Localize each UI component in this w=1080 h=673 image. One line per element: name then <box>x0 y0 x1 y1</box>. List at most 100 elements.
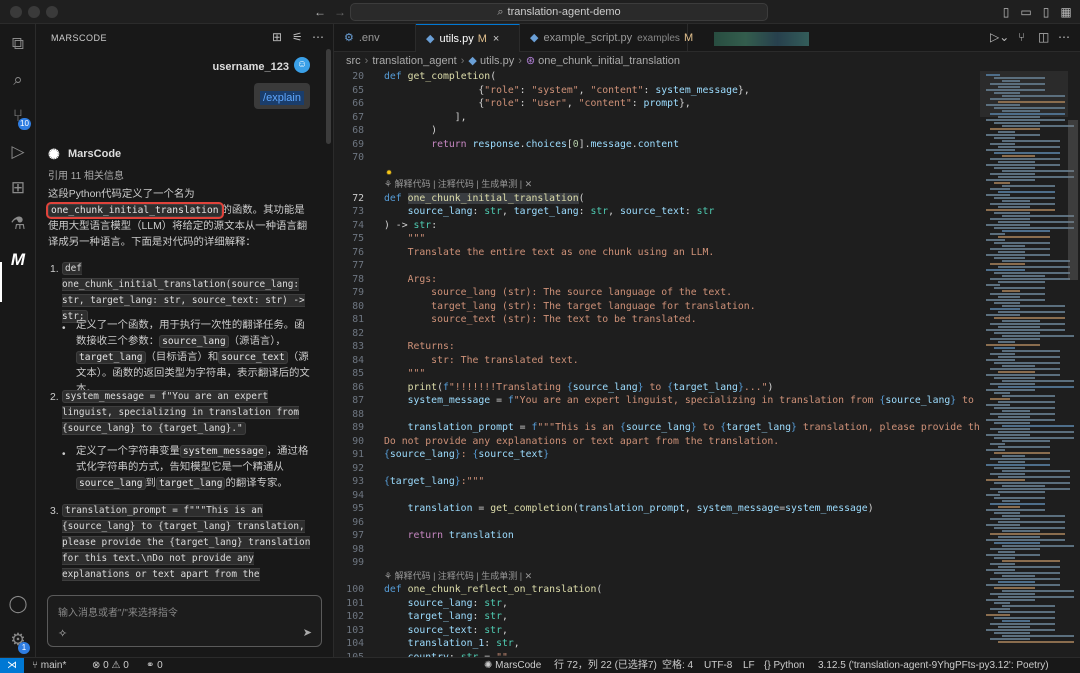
code-line[interactable]: 91 {source_lang}: {source_text} <box>334 448 980 462</box>
code-editor[interactable]: 20 def get_completion(65 {"role": "system… <box>334 68 980 657</box>
new-chat-icon[interactable]: ⊞ <box>272 30 282 44</box>
code-line[interactable]: 82 <box>334 327 980 341</box>
code-line[interactable]: 102 target_lang: str, <box>334 610 980 624</box>
code-line[interactable]: 100 def one_chunk_reflect_on_translation( <box>334 583 980 597</box>
code-line[interactable]: 68 ) <box>334 124 980 138</box>
close-window-button[interactable] <box>10 6 22 18</box>
minimap[interactable] <box>980 68 1080 657</box>
tab-utils-py[interactable]: ◆ utils.py M × <box>416 24 520 52</box>
breadcrumb-item[interactable]: one_chunk_initial_translation <box>538 55 680 67</box>
tab-env[interactable]: ⚙ .env <box>334 24 416 52</box>
eol-status[interactable]: LF <box>743 660 755 672</box>
code-line[interactable]: 65 {"role": "system", "content": system_… <box>334 84 980 98</box>
blurred-tab[interactable] <box>714 32 809 46</box>
language-status[interactable]: {} Python <box>764 660 805 672</box>
code-line[interactable]: 90 Do not provide any explanations or tex… <box>334 435 980 449</box>
code-line[interactable]: 92 <box>334 462 980 476</box>
code-line[interactable]: 80 target_lang (str): The target languag… <box>334 300 980 314</box>
settings-gear-icon[interactable]: ⚙ 1 <box>4 626 32 654</box>
references-link[interactable]: 引用 11 相关信息 <box>48 167 124 182</box>
explorer-icon[interactable]: ⧉ <box>4 30 32 58</box>
code-line[interactable]: 93 {target_lang}:""" <box>334 475 980 489</box>
code-line[interactable]: 73 source_lang: str, target_lang: str, s… <box>334 205 980 219</box>
code-line[interactable]: 86 print(f"!!!!!!!Translating {source_la… <box>334 381 980 395</box>
compare-changes-icon[interactable]: ⑂ <box>1018 30 1025 44</box>
tab-example-script[interactable]: ◆ example_script.py examples M <box>520 24 693 52</box>
chat-input[interactable]: 输入消息或者"/"来选择指令 ✧ ➤ <box>47 595 322 647</box>
code-line[interactable]: 84 str: The translated text. <box>334 354 980 368</box>
code-line[interactable]: 95 translation = get_completion(translat… <box>334 502 980 516</box>
code-line[interactable]: 77 <box>334 259 980 273</box>
cursor-position[interactable]: 行 72，列 22 (已选择7) <box>554 660 657 672</box>
code-line[interactable]: 87 system_message = f"You are an expert … <box>334 394 980 408</box>
command-center-search[interactable]: ⌕ translation-agent-demo <box>350 3 768 21</box>
code-line[interactable]: 79 source_lang (str): The source languag… <box>334 286 980 300</box>
code-line[interactable]: 74) -> str: <box>334 219 980 233</box>
marscode-status[interactable]: ✺ MarsCode <box>484 660 541 672</box>
code-line[interactable]: 75 """ <box>334 232 980 246</box>
code-line[interactable]: 20 def get_completion( <box>334 70 980 84</box>
code-line[interactable]: 96 <box>334 516 980 530</box>
ports-status[interactable]: ⚭ 0 <box>146 660 163 672</box>
maximize-window-button[interactable] <box>46 6 58 18</box>
problems-status[interactable]: ⊗ 0 ⚠ 0 <box>92 660 129 672</box>
lightbulb-icon[interactable]: ✹ <box>386 167 392 178</box>
extensions-icon[interactable]: ⊞ <box>4 174 32 202</box>
code-line[interactable]: 83 Returns: <box>334 340 980 354</box>
send-icon[interactable]: ➤ <box>303 626 312 639</box>
code-line[interactable]: 85 """ <box>334 367 980 381</box>
code-line[interactable]: 72 def one_chunk_initial_translation( <box>334 192 980 206</box>
code-line[interactable]: 94 <box>334 489 980 503</box>
code-line[interactable]: 66 {"role": "user", "content": prompt}, <box>334 97 980 111</box>
codelens-actions[interactable]: ⚘ 解释代码 | 注释代码 | 生成单测 | ✕ <box>384 178 532 192</box>
code-text: source_lang: str, <box>407 597 508 609</box>
toggle-secondary-sidebar-icon[interactable]: ▯ <box>1038 4 1054 20</box>
interpreter-status[interactable]: 3.12.5 ('translation-agent-9YhgPFts-py3.… <box>818 660 1049 672</box>
split-editor-icon[interactable]: ◫ <box>1038 30 1049 44</box>
marscode-icon[interactable]: M <box>4 246 32 274</box>
run-file-icon[interactable]: ▷⌄ <box>990 30 1009 44</box>
code-line[interactable]: 99 <box>334 556 980 570</box>
more-actions-icon[interactable]: ⋯ <box>1058 30 1070 44</box>
code-line[interactable]: 70 <box>334 151 980 165</box>
code-line[interactable]: 76 Translate the entire text as one chun… <box>334 246 980 260</box>
more-actions-icon[interactable]: ⋯ <box>312 30 324 44</box>
code-line[interactable]: 97 return translation <box>334 529 980 543</box>
forward-arrow-icon[interactable]: → <box>332 4 348 20</box>
breadcrumb-item[interactable]: src <box>346 55 361 67</box>
breadcrumb-item[interactable]: utils.py <box>480 55 514 67</box>
testing-icon[interactable]: ⚗ <box>4 210 32 238</box>
minimize-window-button[interactable] <box>28 6 40 18</box>
run-debug-icon[interactable]: ▷ <box>4 138 32 166</box>
codelens-row[interactable]: ⚘ 解释代码 | 注释代码 | 生成单测 | ✕ <box>334 178 980 192</box>
code-line[interactable]: 69 return response.choices[0].message.co… <box>334 138 980 152</box>
toggle-sidebar-icon[interactable]: ▯ <box>998 4 1014 20</box>
remote-indicator-icon[interactable]: ⋊ <box>0 658 24 673</box>
close-tab-icon[interactable]: × <box>493 33 499 45</box>
editor-vertical-scrollbar[interactable] <box>1068 120 1078 280</box>
sparkle-icon[interactable]: ✧ <box>58 627 67 640</box>
encoding-status[interactable]: UTF-8 <box>704 660 732 672</box>
code-line[interactable]: 88 <box>334 408 980 422</box>
code-line[interactable]: 78 Args: <box>334 273 980 287</box>
indentation-status[interactable]: 空格: 4 <box>662 660 693 672</box>
code-line[interactable]: 101 source_lang: str, <box>334 597 980 611</box>
codelens-actions[interactable]: ⚘ 解释代码 | 注释代码 | 生成单测 | ✕ <box>384 570 532 584</box>
customize-layout-icon[interactable]: ▦ <box>1058 4 1074 20</box>
codelens-row[interactable]: ⚘ 解释代码 | 注释代码 | 生成单测 | ✕ <box>334 570 980 584</box>
back-arrow-icon[interactable]: ← <box>312 4 328 20</box>
account-icon[interactable]: ◯ <box>4 590 32 618</box>
chat-settings-icon[interactable]: ⚟ <box>292 30 303 44</box>
code-line[interactable]: 89 translation_prompt = f"""This is an {… <box>334 421 980 435</box>
code-line[interactable]: 81 source_text (str): The text to be tra… <box>334 313 980 327</box>
search-icon[interactable]: ⌕ <box>4 66 32 94</box>
branch-status[interactable]: ⑂ main* <box>32 660 66 672</box>
code-line[interactable]: 98 <box>334 543 980 557</box>
code-line[interactable]: 67 ], <box>334 111 980 125</box>
source-control-icon[interactable]: ⑂ 10 <box>4 102 32 130</box>
code-line[interactable]: 103 source_text: str, <box>334 624 980 638</box>
chat-scrollbar[interactable] <box>326 49 331 144</box>
code-line[interactable]: 104 translation_1: str, <box>334 637 980 651</box>
toggle-panel-icon[interactable]: ▭ <box>1018 4 1034 20</box>
breadcrumb-item[interactable]: translation_agent <box>372 55 456 67</box>
